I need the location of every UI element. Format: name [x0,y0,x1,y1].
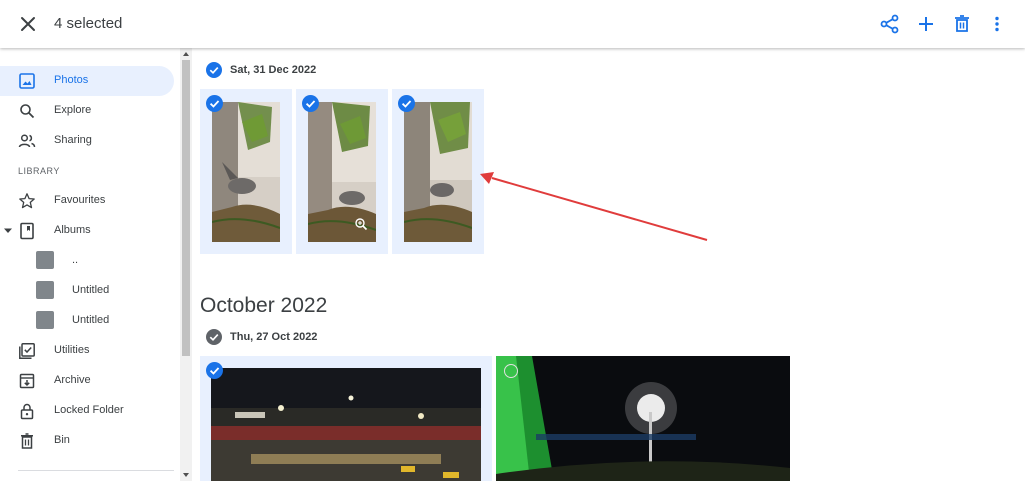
add-icon [919,17,933,31]
sidebar-item-favourites[interactable]: Favourites [0,186,174,216]
lock-icon [20,403,34,420]
delete-icon [955,15,969,32]
album-icon [20,222,34,240]
expand-arrow-icon[interactable] [4,227,12,235]
date-label: Thu, 27 Oct 2022 [230,331,318,343]
album-label: .. [72,254,79,266]
sidebar-item-bin[interactable]: Bin [0,426,174,456]
album-label: Untitled [72,284,110,296]
selection-count: 4 selected [54,15,123,32]
sidebar-item-utilities[interactable]: Utilities [0,336,174,366]
zoom-in-icon[interactable] [354,217,368,231]
date-label: Sat, 31 Dec 2022 [230,64,317,76]
sidebar-scrollbar[interactable] [180,48,192,481]
check-circle-icon[interactable] [206,62,222,78]
sidebar-item-label: Sharing [54,134,92,146]
more-vert-icon [995,16,999,32]
utilities-icon [19,343,35,359]
share-button[interactable] [878,12,902,36]
month-heading: October 2022 [200,294,328,317]
close-icon [21,17,35,31]
sidebar-item-archive[interactable]: Archive [0,366,174,396]
sidebar-item-label: Photos [54,74,89,86]
photo-thumbnail [404,102,472,242]
delete-button[interactable] [950,12,974,36]
sidebar-item-label: Bin [54,434,70,446]
album-thumbnail [36,311,54,329]
more-options-button[interactable] [985,12,1009,36]
close-selection-button[interactable] [16,12,40,36]
sidebar-item-explore[interactable]: Explore [0,96,174,126]
selected-check-icon[interactable] [206,362,223,379]
share-icon [880,14,899,34]
selected-check-icon[interactable] [398,95,415,112]
scroll-thumb[interactable] [182,60,190,356]
sidebar-album-item[interactable]: Untitled [0,306,174,336]
scroll-up-arrow-icon[interactable] [183,52,189,56]
sidebar-item-label: Archive [54,374,91,386]
photos-icon [19,73,35,89]
photo-tile[interactable] [200,89,292,254]
photo-thumbnail [211,368,481,481]
library-section-label: LIBRARY [18,166,60,176]
sidebar-item-sharing[interactable]: Sharing [0,126,174,156]
top-app-bar: 4 selected [0,0,1025,48]
photo-tile[interactable] [496,356,790,481]
trash-icon [21,433,33,449]
sidebar-item-label: Albums [54,224,91,236]
sidebar-item-photos[interactable]: Photos [0,66,174,96]
selected-check-icon[interactable] [206,95,223,112]
sidebar-item-locked-folder[interactable]: Locked Folder [0,396,174,426]
sidebar-item-albums[interactable]: Albums [0,216,174,246]
album-label: Untitled [72,314,110,326]
add-to-button[interactable] [914,12,938,36]
sidebar-album-item[interactable]: .. [0,246,174,276]
select-circle-icon[interactable] [504,364,518,378]
photo-tile[interactable] [200,356,492,481]
selected-check-icon[interactable] [302,95,319,112]
sidebar-item-label: Favourites [54,194,106,206]
archive-icon [19,373,35,389]
scroll-down-arrow-icon[interactable] [183,473,189,477]
people-icon [18,134,36,148]
album-thumbnail [36,251,54,269]
album-thumbnail [36,281,54,299]
sidebar-album-item[interactable]: Untitled [0,276,174,306]
sidebar-divider [18,470,174,471]
check-circle-icon[interactable] [206,329,222,345]
star-icon [19,193,35,209]
photo-tile[interactable] [392,89,484,254]
sidebar-item-label: Explore [54,104,92,116]
search-icon [20,104,35,119]
sidebar: Photos Explore Sharing LIBRARY Favourite… [0,48,180,481]
sidebar-item-label: Utilities [54,344,90,356]
sidebar-item-label: Locked Folder [54,404,124,416]
photo-tile[interactable] [296,89,388,254]
photo-thumbnail [212,102,280,242]
photo-thumbnail [496,356,790,481]
